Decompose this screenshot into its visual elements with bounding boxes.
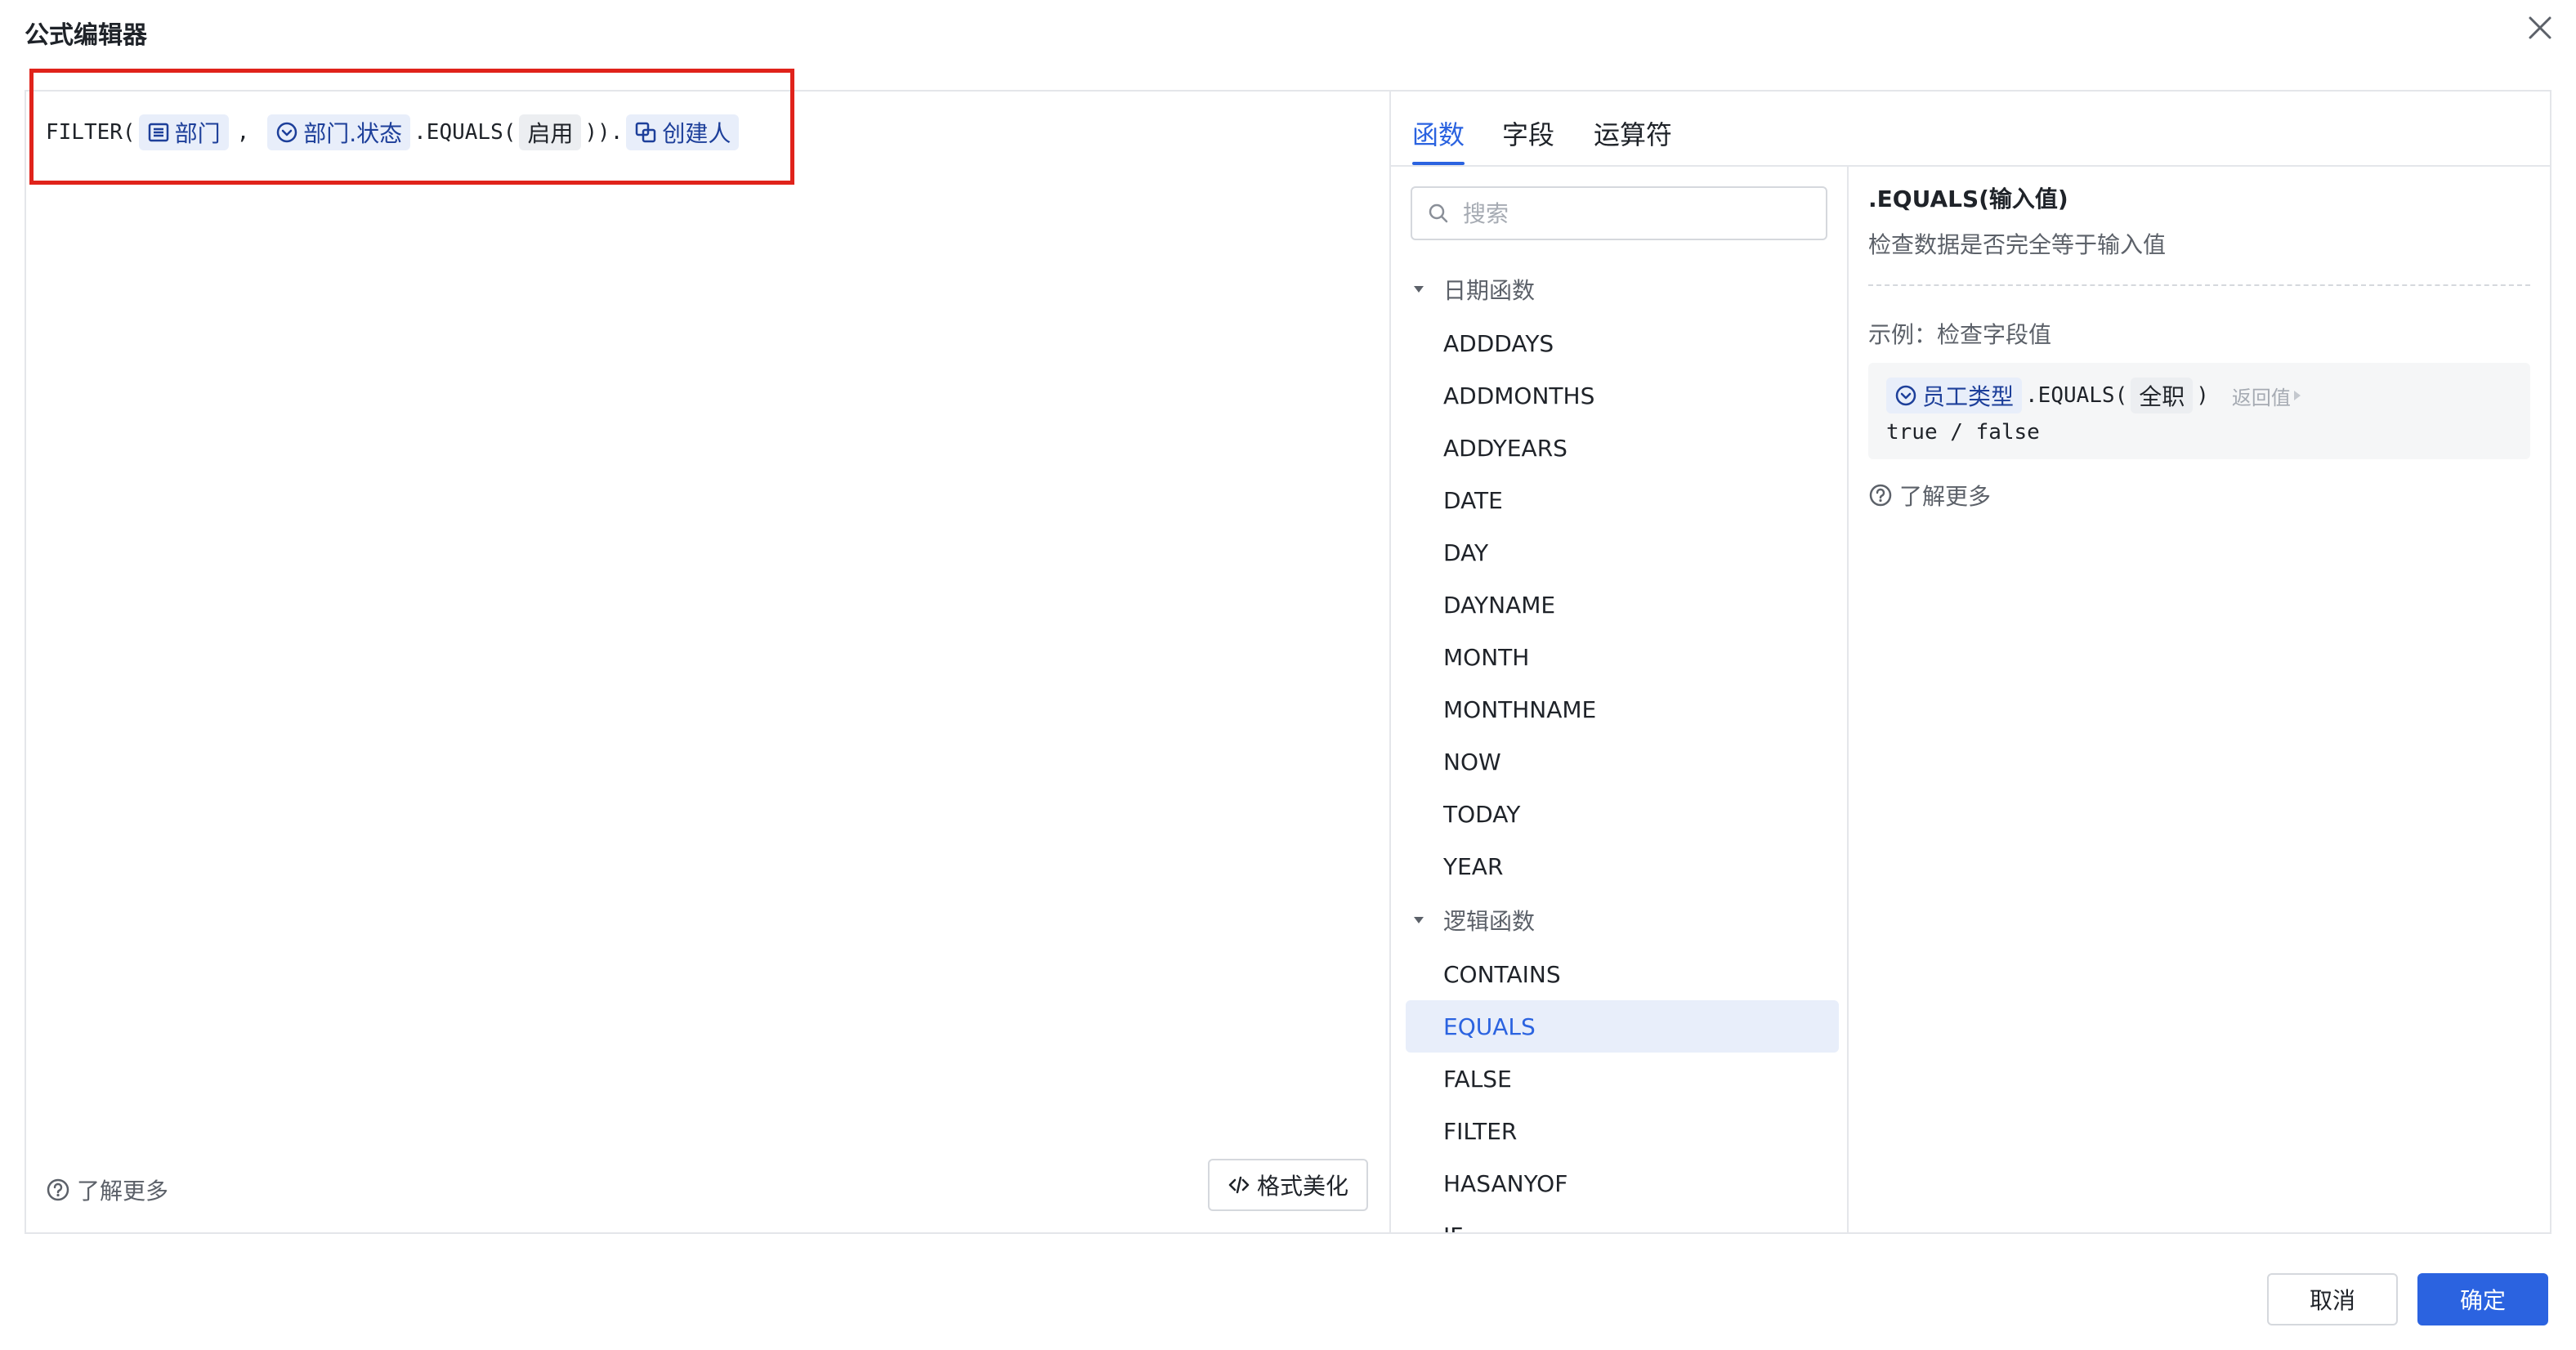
function-item-selected[interactable]: EQUALS [1406,1000,1839,1053]
example-formula: 员工类型 .EQUALS( 全职 ) 返回值 [1886,374,2512,417]
function-item[interactable]: ADDDAYS [1406,317,1839,369]
ok-button[interactable]: 确定 [2417,1273,2548,1325]
tabs-divider [1391,165,2551,167]
function-item[interactable]: DAYNAME [1406,579,1839,631]
cancel-button[interactable]: 取消 [2267,1273,2398,1325]
function-detail: .EQUALS(输入值) 检查数据是否完全等于输入值 示例：检查字段值 员工类型… [1868,181,2530,512]
example-result: true / false [1886,420,2040,445]
code-icon [1228,1176,1250,1194]
function-item[interactable]: ADDMONTHS [1406,369,1839,422]
list-detail-divider [1847,167,1849,1232]
function-item[interactable]: MONTHNAME [1406,683,1839,735]
function-item[interactable]: NOW [1406,735,1839,788]
dialog-title: 公式编辑器 [25,21,147,50]
example-field-chip: 员工类型 [1886,378,2023,413]
learn-more-label: 了解更多 [1899,483,1992,510]
select-circle-icon [1895,385,1916,406]
function-item[interactable]: YEAR [1406,840,1839,892]
help-circle-icon [1869,484,1892,507]
function-item[interactable]: MONTH [1406,631,1839,683]
category-date[interactable]: 日期函数 [1406,262,1839,317]
active-tab-indicator [1412,162,1465,165]
example-field-label: 员工类型 [1922,383,2015,410]
tab-operators[interactable]: 运算符 [1594,114,1672,152]
search-input[interactable] [1461,199,1808,228]
beautify-label: 格式美化 [1256,1173,1348,1200]
learn-more-link[interactable]: 了解更多 [46,1173,168,1206]
function-item[interactable]: DAY [1406,526,1839,579]
return-value-toggle[interactable]: 返回值 [2232,382,2304,410]
search-box[interactable] [1411,186,1827,240]
function-item[interactable]: TODAY [1406,788,1839,840]
return-label: 返回值 [2231,386,2291,409]
detail-learn-more-link[interactable]: 了解更多 [1868,479,2530,512]
function-item[interactable]: FALSE [1406,1053,1839,1105]
caret-down-icon [1414,917,1424,923]
close-icon[interactable] [2524,11,2556,44]
category-logic[interactable]: 逻辑函数 [1406,892,1839,948]
tab-functions[interactable]: 函数 [1412,114,1465,152]
category-label: 日期函数 [1443,277,1536,304]
tab-fields[interactable]: 字段 [1502,114,1554,152]
highlight-box [29,69,794,185]
detail-divider [1868,284,2530,286]
caret-down-icon [1414,286,1424,293]
function-item[interactable]: FILTER [1406,1105,1839,1157]
function-item[interactable]: DATE [1406,474,1839,526]
function-item[interactable]: ADDYEARS [1406,422,1839,474]
help-circle-icon [47,1178,69,1201]
example-close: ) [2196,383,2209,408]
learn-more-label: 了解更多 [77,1178,169,1205]
detail-title: .EQUALS(输入值) [1868,186,2068,212]
function-item[interactable]: CONTAINS [1406,948,1839,1000]
example-box: 员工类型 .EQUALS( 全职 ) 返回值 true / false [1868,363,2530,459]
category-label: 逻辑函数 [1443,908,1536,935]
search-icon [1429,203,1448,223]
function-item[interactable]: IF [1406,1209,1839,1233]
function-list[interactable]: 日期函数 ADDDAYS ADDMONTHS ADDYEARS DATE DAY… [1406,262,1839,1232]
function-item[interactable]: HASANYOF [1406,1157,1839,1209]
beautify-button[interactable]: 格式美化 [1208,1159,1368,1211]
caret-right-icon [2293,391,2301,400]
example-value-chip: 全职 [2131,378,2194,413]
example-method: .EQUALS( [2025,383,2128,408]
formula-editor[interactable] [26,92,1389,1232]
detail-description: 检查数据是否完全等于输入值 [1868,231,2167,258]
example-label: 示例：检查字段值 [1868,321,2052,348]
panel-divider [1389,92,1391,1232]
